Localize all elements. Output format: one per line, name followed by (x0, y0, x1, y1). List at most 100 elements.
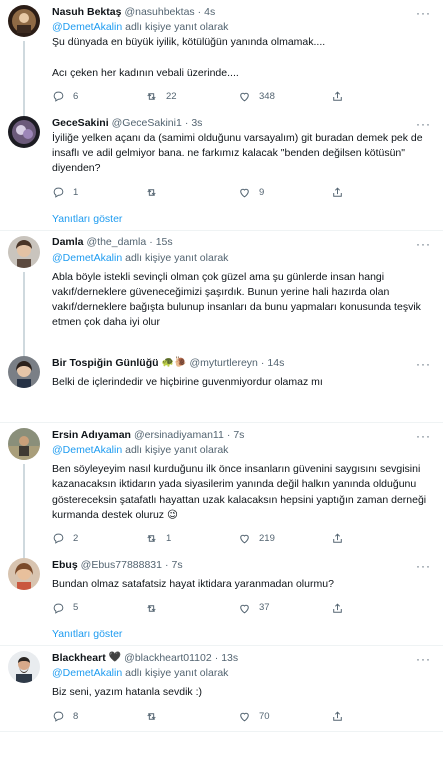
retweet-button[interactable] (145, 602, 238, 615)
reply-count: 5 (73, 602, 79, 614)
reply-button[interactable]: 2 (52, 532, 145, 546)
tweet[interactable]: Nasuh Bektaş @nasuhbektas · 4s ··· @Deme… (0, 0, 443, 117)
share-button[interactable] (331, 186, 352, 199)
retweet-button[interactable] (145, 710, 238, 723)
share-button[interactable] (331, 710, 352, 723)
display-name[interactable]: Blackheart (52, 651, 106, 666)
user-handle[interactable]: @GeceSakini1 (112, 116, 182, 131)
tweet-text: Bundan olmaz satafatsiz hayat iktidara y… (52, 577, 334, 590)
like-button[interactable]: 348 (238, 90, 331, 104)
tweet[interactable]: GeceSakini @GeceSakini1 · 3s ··· İyiliğe… (0, 111, 443, 207)
user-handle[interactable]: @myturtlereyn (189, 356, 257, 371)
avatar[interactable] (8, 651, 40, 684)
show-replies-link[interactable]: Yanıtları göster (0, 207, 443, 231)
retweet-count: 22 (166, 90, 177, 102)
display-name[interactable]: GeceSakini (52, 116, 109, 131)
separator-dot: · (197, 5, 202, 18)
mention-link[interactable]: @DemetAkalin (52, 252, 122, 264)
retweet-icon (147, 189, 156, 196)
user-handle[interactable]: @nasuhbektas (124, 5, 194, 20)
tweet-text: Belki de içlerindedir ve hiçbirine guven… (52, 375, 323, 388)
reply-feed: Nasuh Bektaş @nasuhbektas · 4s ··· @Deme… (0, 0, 443, 732)
retweet-icon (147, 535, 156, 543)
tweet[interactable]: Ebuş @Ebus77888831 · 7s ··· Bundan olmaz… (0, 553, 443, 622)
tweet-actions: 1 9 (52, 179, 435, 207)
thread-line (23, 463, 25, 559)
timestamp[interactable]: 14s (267, 356, 284, 371)
mention-link[interactable]: @DemetAkalin (52, 667, 122, 679)
retweet-button[interactable]: 22 (145, 90, 238, 104)
like-button[interactable]: 9 (238, 186, 331, 200)
reply-button[interactable]: 8 (52, 710, 145, 724)
avatar[interactable] (8, 427, 40, 460)
tweet[interactable]: Bir Tospiğin Günlüğü 🐢🐌 @myturtlereyn · … (0, 351, 443, 423)
replying-to: @DemetAkalin adlı kişiye yanıt olarak (52, 251, 435, 266)
display-name[interactable]: Bir Tospiğin Günlüğü (52, 356, 159, 371)
like-count: 348 (259, 90, 275, 102)
more-options-icon[interactable]: ··· (416, 651, 431, 668)
timestamp[interactable]: 3s (191, 116, 202, 131)
more-options-icon[interactable]: ··· (416, 428, 431, 445)
share-button[interactable] (331, 602, 352, 615)
retweet-count: 1 (166, 533, 172, 545)
share-icon (333, 603, 342, 613)
retweet-button[interactable] (145, 186, 238, 199)
like-button[interactable]: 70 (238, 710, 331, 724)
avatar[interactable] (8, 115, 40, 148)
avatar[interactable] (8, 355, 40, 388)
user-handle[interactable]: @Ebus77888831 (81, 558, 162, 573)
retweet-icon (147, 93, 156, 101)
avatar[interactable] (8, 5, 40, 37)
replying-to: @DemetAkalin adlı kişiye yanıt olarak (52, 666, 435, 681)
mention-link[interactable]: @DemetAkalin (52, 444, 122, 456)
tweet[interactable]: Blackheart 🖤 @blackheart01102 · 13s ··· … (0, 646, 443, 732)
avatar[interactable] (8, 557, 40, 590)
show-replies-link[interactable]: Yanıtları göster (0, 622, 443, 647)
like-button[interactable]: 219 (238, 532, 331, 546)
retweet-button[interactable]: 1 (145, 532, 238, 546)
more-options-icon[interactable]: ··· (416, 356, 431, 373)
display-name[interactable]: Damla (52, 235, 84, 250)
reply-button[interactable]: 6 (52, 90, 145, 104)
share-button[interactable] (331, 90, 352, 103)
reply-icon (53, 534, 64, 545)
reply-icon (53, 92, 64, 103)
display-name[interactable]: Ebuş (52, 558, 78, 573)
user-handle[interactable]: @the_damla (87, 235, 147, 250)
like-count: 37 (259, 602, 270, 614)
like-button[interactable]: 37 (238, 601, 331, 615)
user-handle[interactable]: @blackheart01102 (124, 651, 212, 666)
name-emoji: 🐢🐌 (161, 356, 187, 368)
mention-link[interactable]: @DemetAkalin (52, 21, 122, 33)
share-icon (333, 533, 342, 544)
more-options-icon[interactable]: ··· (416, 5, 431, 22)
timestamp[interactable]: 7s (233, 428, 244, 443)
reply-icon (53, 187, 64, 198)
more-options-icon[interactable]: ··· (416, 558, 431, 575)
reply-button[interactable]: 1 (52, 186, 145, 200)
share-button[interactable] (331, 532, 352, 545)
tweet-text: Abla böyle istekli sevinçli olman çok gü… (52, 270, 421, 329)
reply-count: 6 (73, 90, 79, 102)
replying-label: adlı kişiye yanıt olarak (125, 667, 229, 680)
user-handle[interactable]: @ersinadiyaman11 (134, 428, 224, 443)
display-name[interactable]: Nasuh Bektaş (52, 5, 121, 20)
reply-count: 8 (73, 710, 79, 722)
timestamp[interactable]: 4s (204, 5, 215, 20)
more-options-icon[interactable]: ··· (416, 236, 431, 253)
avatar[interactable] (8, 235, 40, 268)
display-name[interactable]: Ersin Adıyaman (52, 428, 131, 443)
heart-icon (240, 93, 249, 102)
separator-dot: · (226, 428, 231, 441)
tweet[interactable]: Ersin Adıyaman @ersinadiyaman11 · 7s ···… (0, 423, 443, 559)
reply-button[interactable]: 5 (52, 601, 145, 615)
separator-dot: · (164, 558, 169, 571)
tweet[interactable]: Damla @the_damla · 15s ··· @DemetAkalin … (0, 231, 443, 357)
reply-icon (53, 603, 64, 614)
timestamp[interactable]: 15s (156, 235, 173, 250)
tweet-text: Ben söyleyeyim nasıl kurduğunu ilk önce … (52, 463, 427, 521)
like-count: 9 (259, 186, 265, 198)
more-options-icon[interactable]: ··· (416, 116, 431, 133)
timestamp[interactable]: 13s (221, 651, 238, 666)
timestamp[interactable]: 7s (171, 558, 182, 573)
